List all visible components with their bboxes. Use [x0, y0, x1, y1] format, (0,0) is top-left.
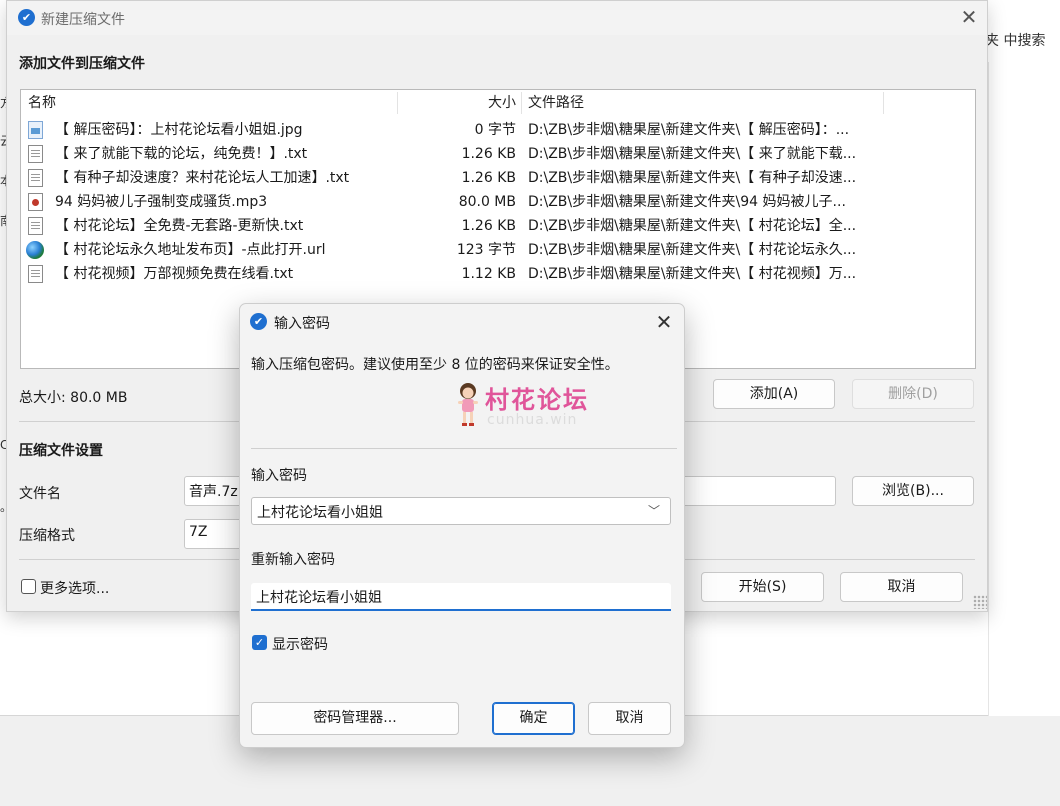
file-path: D:\ZB\步非烟\糖果屋\新建文件夹\【 来了就能下载...: [528, 146, 857, 162]
app-logo-icon: ✔: [18, 9, 35, 26]
text-file-icon: [28, 145, 43, 163]
filename-label: 文件名: [19, 486, 61, 502]
file-row[interactable]: 【 来了就能下载的论坛，纯免费！】.txt 1.26 KB D:\ZB\步非烟\…: [21, 142, 975, 166]
watermark-text: 村花论坛: [485, 385, 589, 414]
total-size-label: 总大小: 80.0 MB: [19, 390, 128, 406]
column-header-name[interactable]: 名称: [28, 90, 148, 116]
file-size: 123 字节: [456, 242, 516, 258]
file-row[interactable]: 【 村花论坛永久地址发布页】-点此打开.url 123 字节 D:\ZB\步非烟…: [21, 238, 975, 262]
file-path: D:\ZB\步非烟\糖果屋\新建文件夹\【 解压密码】：...: [528, 122, 850, 138]
file-size: 1.26 KB: [461, 218, 516, 234]
reenter-password-label: 重新输入密码: [251, 552, 335, 568]
password-description: 输入压缩包密码。建议使用至少 8 位的密码来保证安全性。: [251, 357, 619, 373]
text-file-icon: [28, 265, 43, 283]
file-name: 【 有种子却没速度？来村花论坛人工加速】.txt: [55, 170, 350, 186]
watermark-logo: 村花论坛 cunhua.win: [455, 378, 605, 434]
text-file-icon: [28, 217, 43, 235]
more-options-checkbox[interactable]: [21, 579, 36, 594]
window-title: 新建压缩文件: [41, 12, 125, 28]
start-button[interactable]: 开始(S): [701, 572, 824, 602]
title-bar: [7, 1, 987, 35]
divider: [251, 448, 677, 449]
file-row[interactable]: 【 村花视频】万部视频免费在线看.txt 1.12 KB D:\ZB\步非烟\糖…: [21, 262, 975, 286]
column-divider[interactable]: [883, 92, 884, 114]
file-name: 【 村花视频】万部视频免费在线看.txt: [55, 266, 294, 282]
column-header-path[interactable]: 文件路径: [528, 90, 728, 116]
file-size: 80.0 MB: [458, 194, 516, 210]
reenter-password-input[interactable]: 上村花论坛看小姐姐: [251, 583, 671, 611]
column-divider[interactable]: [397, 92, 398, 114]
show-password-checkbox[interactable]: ✓: [252, 635, 267, 650]
file-path: D:\ZB\步非烟\糖果屋\新建文件夹\【 村花论坛永久...: [528, 242, 857, 258]
file-path: D:\ZB\步非烟\糖果屋\新建文件夹\94 妈妈被儿子...: [528, 194, 846, 210]
file-size: 1.12 KB: [461, 266, 516, 282]
chevron-down-icon[interactable]: ﹀: [642, 498, 666, 524]
cancel-button[interactable]: 取消: [588, 702, 671, 735]
file-path: D:\ZB\步非烟\糖果屋\新建文件夹\【 有种子却没速...: [528, 170, 857, 186]
delete-button[interactable]: 删除(D): [852, 379, 974, 409]
watermark-subtext: cunhua.win: [487, 412, 578, 428]
file-row[interactable]: 【 解压密码】：上村花论坛看小姐姐.jpg 0 字节 D:\ZB\步非烟\糖果屋…: [21, 118, 975, 142]
file-size: 1.26 KB: [461, 146, 516, 162]
file-path: D:\ZB\步非烟\糖果屋\新建文件夹\【 村花论坛】全...: [528, 218, 857, 234]
show-password-label[interactable]: 显示密码: [272, 634, 328, 654]
file-path: D:\ZB\步非烟\糖果屋\新建文件夹\【 村花视频】万...: [528, 266, 857, 282]
file-size: 1.26 KB: [461, 170, 516, 186]
background-search-text[interactable]: 夹 中搜索: [985, 22, 1060, 56]
dialog-title: 输入密码: [274, 316, 330, 332]
close-icon[interactable]: ✕: [957, 5, 981, 29]
resize-grip-icon[interactable]: [973, 595, 987, 609]
image-file-icon: [28, 121, 43, 139]
file-name: 【 解压密码】：上村花论坛看小姐姐.jpg: [55, 122, 303, 138]
close-icon[interactable]: ✕: [652, 310, 676, 334]
file-size: 0 字节: [474, 122, 516, 138]
password-dialog: ✔ 输入密码 ✕ 输入压缩包密码。建议使用至少 8 位的密码来保证安全性。 村花…: [239, 303, 685, 748]
add-button[interactable]: 添加(A): [713, 379, 835, 409]
ok-button[interactable]: 确定: [492, 702, 575, 735]
app-logo-icon: ✔: [250, 313, 267, 330]
column-divider[interactable]: [521, 92, 522, 114]
add-files-header: 添加文件到压缩文件: [19, 56, 145, 72]
password-label: 输入密码: [251, 468, 307, 484]
globe-icon: [26, 241, 44, 259]
file-row[interactable]: 【 有种子却没速度？来村花论坛人工加速】.txt 1.26 KB D:\ZB\步…: [21, 166, 975, 190]
password-input[interactable]: 上村花论坛看小姐姐: [251, 497, 671, 525]
file-name: 【 村花论坛】全免费-无套路-更新快.txt: [55, 218, 304, 234]
password-manager-button[interactable]: 密码管理器...: [251, 702, 459, 735]
text-file-icon: [28, 169, 43, 187]
format-label: 压缩格式: [19, 528, 75, 544]
archive-settings-header: 压缩文件设置: [19, 443, 103, 459]
background-content-pane: [988, 62, 1060, 716]
cartoon-girl-icon: [458, 383, 478, 426]
file-name: 94 妈妈被儿子强制变成骚货.mp3: [55, 194, 268, 210]
file-name: 【 村花论坛永久地址发布页】-点此打开.url: [55, 242, 326, 258]
more-options-label[interactable]: 更多选项...: [40, 578, 109, 598]
file-row[interactable]: 【 村花论坛】全免费-无套路-更新快.txt 1.26 KB D:\ZB\步非烟…: [21, 214, 975, 238]
cancel-button[interactable]: 取消: [840, 572, 963, 602]
file-name: 【 来了就能下载的论坛，纯免费！】.txt: [55, 146, 308, 162]
browse-button[interactable]: 浏览(B)...: [852, 476, 974, 506]
column-header-size[interactable]: 大小: [401, 90, 516, 116]
audio-file-icon: [28, 193, 43, 211]
file-row[interactable]: 94 妈妈被儿子强制变成骚货.mp3 80.0 MB D:\ZB\步非烟\糖果屋…: [21, 190, 975, 214]
